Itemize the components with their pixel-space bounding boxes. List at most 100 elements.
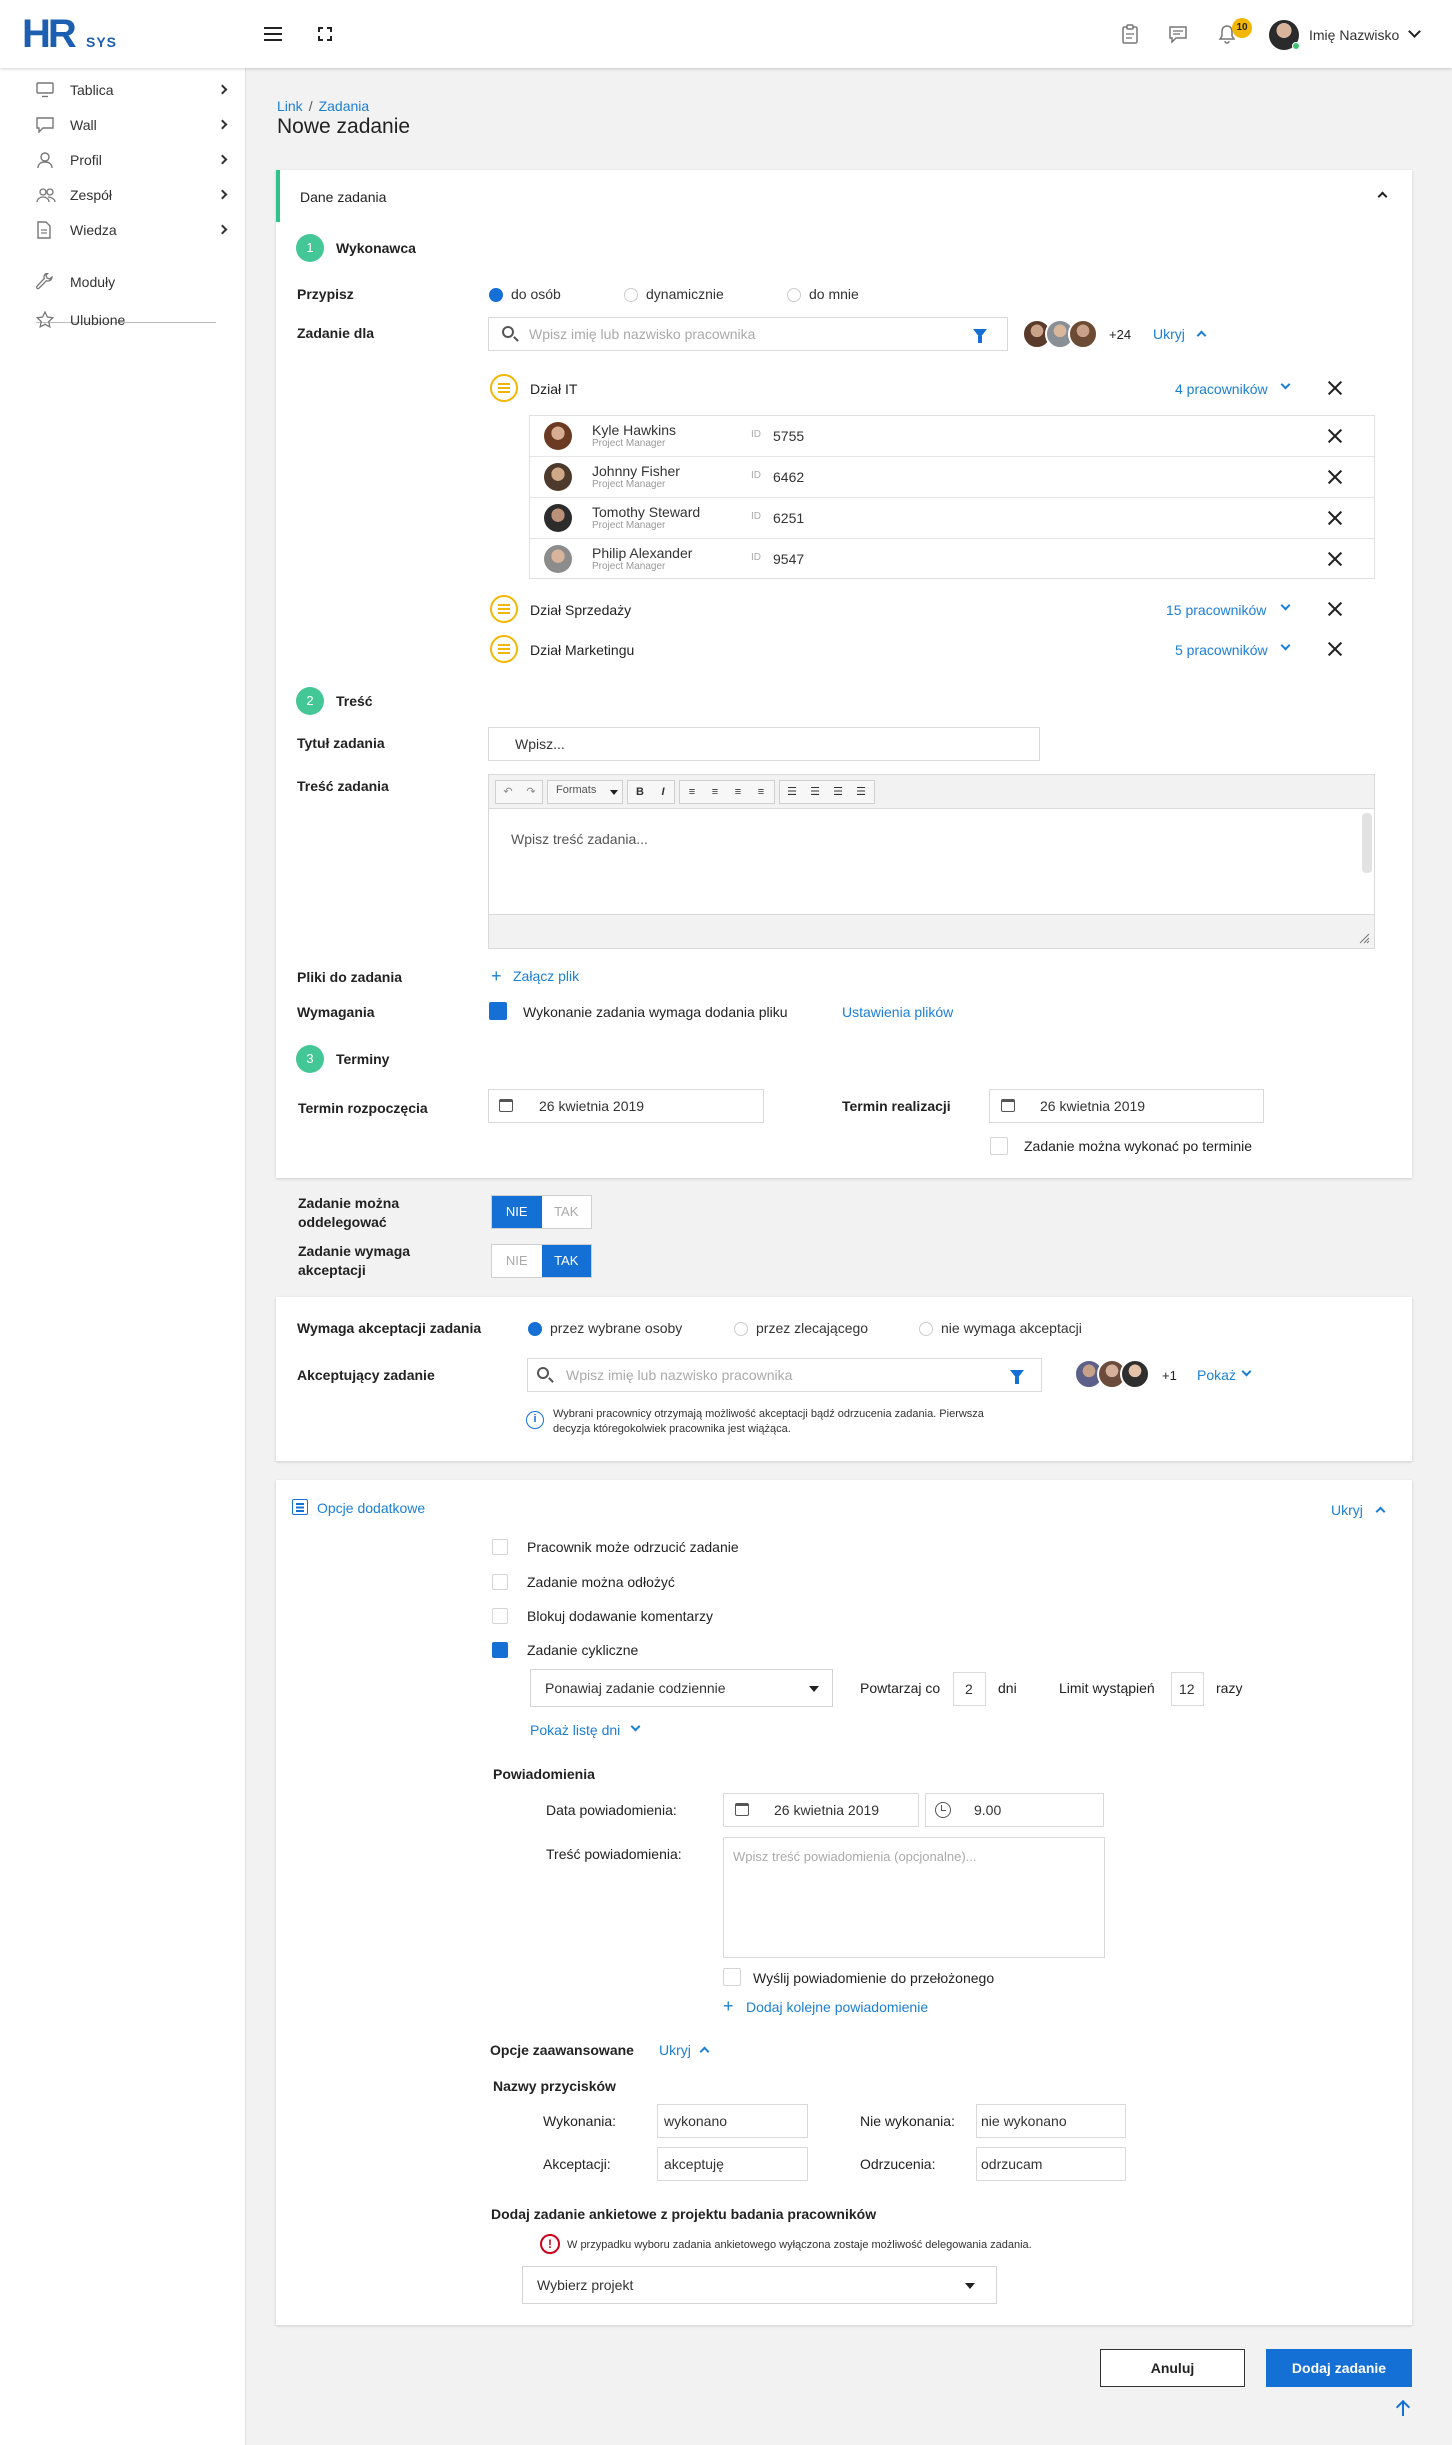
reject-input[interactable]: odrzucam (976, 2147, 1126, 2181)
close-icon[interactable] (1327, 551, 1343, 567)
group-count-toggle[interactable]: 5 pracowników (1175, 642, 1268, 658)
repeat-every-input[interactable]: 2 (953, 1672, 986, 1706)
radio-selected-people[interactable] (528, 1322, 542, 1336)
breadcrumb-link[interactable]: Link (277, 98, 303, 114)
sidebar-item-ulubione[interactable]: Ulubione (36, 308, 232, 332)
sidebar-item-tablica[interactable]: Tablica (36, 78, 232, 102)
toggle-option-no[interactable]: NIE (492, 1196, 542, 1228)
group-count-toggle[interactable]: 15 pracowników (1166, 602, 1266, 618)
close-icon[interactable] (1327, 510, 1343, 526)
undo-icon[interactable]: ↶ (497, 781, 519, 803)
close-icon[interactable] (1327, 641, 1343, 657)
scroll-to-top-icon[interactable] (1402, 2402, 1404, 2416)
radio-assign-dynamic[interactable] (624, 288, 638, 302)
breadcrumb-current[interactable]: Zadania (319, 98, 370, 114)
close-icon[interactable] (1327, 428, 1343, 444)
group-count-toggle[interactable]: 4 pracowników (1175, 381, 1268, 397)
after-due-checkbox[interactable] (990, 1137, 1008, 1155)
user-name[interactable]: Imię Nazwisko (1309, 27, 1399, 43)
acceptance-toggle[interactable]: NIE TAK (491, 1244, 592, 1278)
menu-icon[interactable] (264, 27, 282, 41)
checkbox-recurring[interactable] (492, 1642, 508, 1658)
not-done-input[interactable]: nie wykonano (976, 2104, 1126, 2138)
caret-down-icon[interactable] (809, 1686, 819, 1692)
collapse-chevron-icon[interactable] (1377, 191, 1388, 202)
avatar[interactable] (1120, 1359, 1150, 1389)
notification-date-input[interactable]: 26 kwietnia 2019 (723, 1793, 919, 1827)
requires-file-checkbox[interactable] (489, 1002, 507, 1020)
hide-options-link[interactable]: Ukryj (1331, 1502, 1363, 1518)
hide-advanced-link[interactable]: Ukryj (659, 2042, 691, 2058)
file-settings-link[interactable]: Ustawienia plików (842, 1004, 953, 1020)
plus-icon[interactable]: + (491, 966, 502, 987)
align-left-icon[interactable]: ≡ (681, 781, 703, 803)
show-acceptors-link[interactable]: Pokaż (1197, 1367, 1236, 1383)
hide-assignees-link[interactable]: Ukryj (1153, 326, 1185, 342)
start-date-input[interactable]: 26 kwietnia 2019 (488, 1089, 764, 1123)
fullscreen-icon[interactable] (318, 27, 332, 41)
notification-content-textarea[interactable]: Wpisz treść powiadomienia (opcjonalne)..… (723, 1837, 1105, 1958)
align-justify-icon[interactable]: ≡ (750, 781, 772, 803)
task-title-input[interactable]: Wpisz... (488, 727, 1040, 761)
numbered-list-icon[interactable]: ☰ (804, 781, 826, 803)
resize-handle-icon[interactable] (1358, 932, 1370, 944)
plus-icon[interactable]: + (723, 1996, 734, 2017)
close-icon[interactable] (1327, 601, 1343, 617)
radio-assign-people[interactable] (489, 288, 503, 302)
toggle-option-no[interactable]: NIE (492, 1245, 542, 1277)
redo-icon[interactable]: ↷ (520, 781, 542, 803)
toggle-option-yes[interactable]: TAK (542, 1196, 592, 1228)
submit-button[interactable]: Dodaj zadanie (1266, 2349, 1412, 2387)
filter-icon[interactable] (973, 329, 987, 343)
radio-by-creator[interactable] (734, 1322, 748, 1336)
done-input[interactable]: wykonano (657, 2104, 808, 2138)
delegate-toggle[interactable]: NIE TAK (491, 1195, 592, 1229)
attach-file-link[interactable]: Załącz plik (513, 968, 579, 984)
options-title[interactable]: Opcje dodatkowe (317, 1500, 425, 1516)
notification-time-input[interactable]: 9.00 (925, 1793, 1104, 1827)
editor-scrollbar[interactable] (1362, 813, 1372, 873)
sidebar-item-profil[interactable]: Profil (36, 148, 232, 172)
checkbox-can-reject[interactable] (492, 1539, 508, 1555)
limit-input[interactable]: 12 (1171, 1672, 1204, 1706)
editor-content-area[interactable]: Wpisz treść zadania... (511, 831, 648, 847)
formats-dropdown[interactable]: Formats (547, 780, 623, 804)
caret-down-icon[interactable] (965, 2283, 975, 2289)
radio-no-acceptance[interactable] (919, 1322, 933, 1336)
toggle-option-yes[interactable]: TAK (541, 1245, 591, 1277)
checkbox-block-comments[interactable] (492, 1608, 508, 1624)
radio-assign-me[interactable] (787, 288, 801, 302)
add-notification-link[interactable]: Dodaj kolejne powiadomienie (746, 1999, 928, 2015)
notify-supervisor-checkbox[interactable] (723, 1968, 741, 1986)
due-date-input[interactable]: 26 kwietnia 2019 (989, 1089, 1264, 1123)
user-menu-chevron-icon[interactable] (1408, 25, 1421, 38)
align-center-icon[interactable]: ≡ (704, 781, 726, 803)
clock-icon[interactable] (935, 1802, 951, 1818)
calendar-icon[interactable] (499, 1099, 513, 1112)
bold-icon[interactable]: B (629, 781, 651, 803)
sidebar-item-moduly[interactable]: Moduły (36, 270, 232, 294)
close-icon[interactable] (1327, 380, 1343, 396)
calendar-icon[interactable] (1001, 1099, 1015, 1112)
italic-icon[interactable]: I (652, 781, 674, 803)
sidebar-item-zespol[interactable]: Zespół (36, 183, 232, 207)
bullet-list-icon[interactable]: ☰ (781, 781, 803, 803)
close-icon[interactable] (1327, 469, 1343, 485)
project-select[interactable]: Wybierz projekt (522, 2266, 997, 2304)
accept-input[interactable]: akceptuję (657, 2147, 808, 2181)
show-days-link[interactable]: Pokaż listę dni (530, 1722, 620, 1738)
sidebar-item-wiedza[interactable]: Wiedza (36, 218, 232, 242)
employee-search-input[interactable]: Wpisz imię lub nazwisko pracownika (488, 317, 1008, 351)
cancel-button[interactable]: Anuluj (1100, 2349, 1245, 2387)
align-right-icon[interactable]: ≡ (727, 781, 749, 803)
filter-icon[interactable] (1010, 1370, 1024, 1384)
clipboard-icon[interactable] (1120, 24, 1140, 44)
outdent-icon[interactable]: ☰ (827, 781, 849, 803)
indent-icon[interactable]: ☰ (850, 781, 872, 803)
messages-icon[interactable] (1168, 24, 1188, 44)
acceptor-search-input[interactable]: Wpisz imię lub nazwisko pracownika (527, 1358, 1042, 1392)
repeat-frequency-select[interactable]: Ponawiaj zadanie codziennie (530, 1669, 833, 1707)
avatar[interactable] (1068, 319, 1098, 349)
sidebar-item-wall[interactable]: Wall (36, 113, 232, 137)
calendar-icon[interactable] (735, 1803, 749, 1816)
